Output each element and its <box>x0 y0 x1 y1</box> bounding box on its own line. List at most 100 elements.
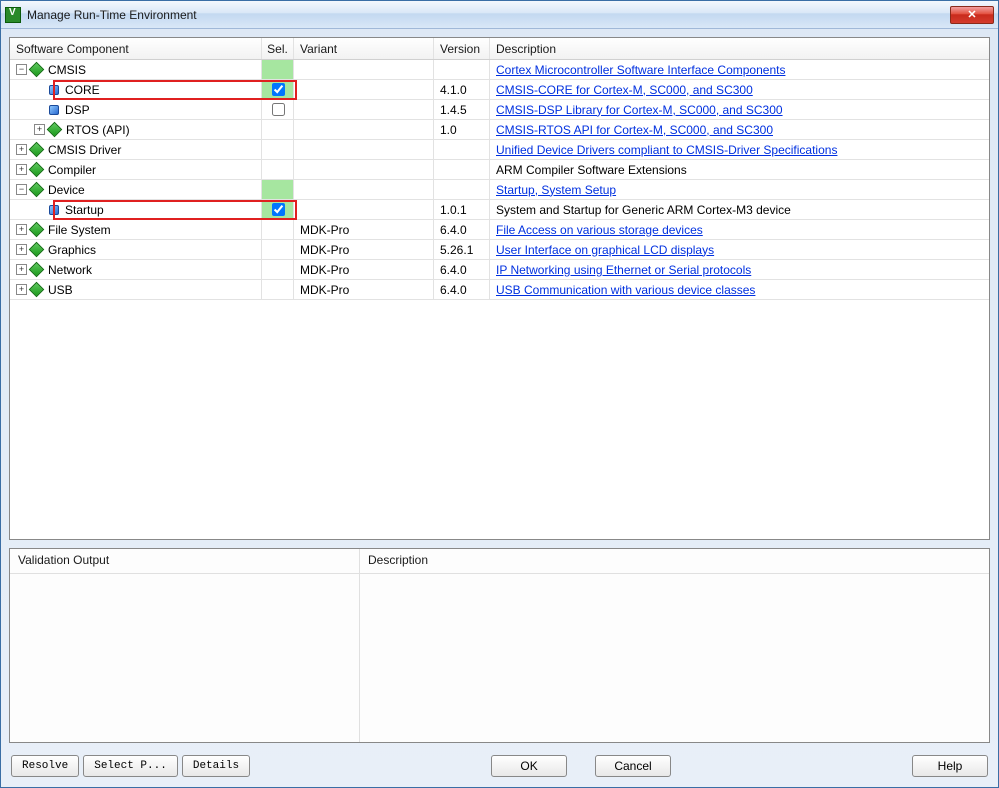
table-row[interactable]: DSP1.4.5CMSIS-DSP Library for Cortex-M, … <box>10 100 989 120</box>
description-cell[interactable]: CMSIS-DSP Library for Cortex-M, SC000, a… <box>490 100 989 119</box>
sel-cell[interactable] <box>262 100 294 119</box>
button-bar: Resolve Select P... Details OK Cancel He… <box>1 751 998 787</box>
expand-icon[interactable]: + <box>16 144 27 155</box>
ok-button[interactable]: OK <box>491 755 567 777</box>
diamond-icon <box>29 282 45 298</box>
sel-cell[interactable] <box>262 80 294 99</box>
component-label: RTOS (API) <box>66 123 130 137</box>
description-link[interactable]: Startup, System Setup <box>496 183 616 197</box>
expand-icon[interactable]: + <box>16 264 27 275</box>
version-cell: 1.0.1 <box>434 200 490 219</box>
component-label: Network <box>48 263 92 277</box>
validation-description-body[interactable] <box>360 573 989 742</box>
sel-cell <box>262 240 294 259</box>
col-header-component[interactable]: Software Component <box>10 38 262 59</box>
diamond-icon <box>29 182 45 198</box>
expand-icon[interactable]: + <box>16 284 27 295</box>
collapse-icon[interactable]: − <box>16 64 27 75</box>
version-cell: 1.0 <box>434 120 490 139</box>
columns-header: Software Component Sel. Variant Version … <box>10 38 989 60</box>
table-row[interactable]: +NetworkMDK-Pro6.4.0IP Networking using … <box>10 260 989 280</box>
table-row[interactable]: +GraphicsMDK-Pro5.26.1User Interface on … <box>10 240 989 260</box>
description-cell[interactable]: User Interface on graphical LCD displays <box>490 240 989 259</box>
table-row[interactable]: − CMSIS Cortex Microcontroller Software In… <box>10 60 989 80</box>
description-link[interactable]: CMSIS-DSP Library for Cortex-M, SC000, a… <box>496 103 783 117</box>
description-link[interactable]: CMSIS-CORE for Cortex-M, SC000, and SC30… <box>496 83 753 97</box>
version-cell: 6.4.0 <box>434 260 490 279</box>
description-link[interactable]: IP Networking using Ethernet or Serial p… <box>496 263 751 277</box>
description-cell[interactable]: Unified Device Drivers compliant to CMSI… <box>490 140 989 159</box>
validation-description-label: Description <box>360 549 989 573</box>
table-row[interactable]: + RTOS (API) 1.0 CMSIS-RTOS API for Cortex-… <box>10 120 989 140</box>
version-cell <box>434 180 490 199</box>
sel-cell <box>262 60 294 79</box>
table-row[interactable]: +File SystemMDK-Pro6.4.0File Access on v… <box>10 220 989 240</box>
toggle-spacer <box>34 104 45 115</box>
version-cell: 6.4.0 <box>434 220 490 239</box>
component-label: File System <box>48 223 111 237</box>
table-row[interactable]: + CMSIS Driver Unified Device Drivers comp… <box>10 140 989 160</box>
details-button[interactable]: Details <box>182 755 250 777</box>
validation-description-pane: Description <box>360 549 989 742</box>
sel-cell[interactable] <box>262 200 294 219</box>
description-link[interactable]: CMSIS-RTOS API for Cortex-M, SC000, and … <box>496 123 773 137</box>
description-cell: ARM Compiler Software Extensions <box>490 160 989 179</box>
table-row[interactable]: +USBMDK-Pro6.4.0USB Communication with v… <box>10 280 989 300</box>
collapse-icon[interactable]: − <box>16 184 27 195</box>
version-cell <box>434 140 490 159</box>
diamond-icon <box>29 62 45 78</box>
col-header-sel[interactable]: Sel. <box>262 38 294 59</box>
window-title: Manage Run-Time Environment <box>27 8 197 22</box>
description-link[interactable]: USB Communication with various device cl… <box>496 283 755 297</box>
expand-icon[interactable]: + <box>16 244 27 255</box>
description-cell[interactable]: Cortex Microcontroller Software Interfac… <box>490 60 989 79</box>
variant-cell <box>294 80 434 99</box>
table-row[interactable]: −DeviceStartup, System Setup <box>10 180 989 200</box>
version-cell <box>434 160 490 179</box>
validation-output-body[interactable] <box>10 573 359 742</box>
component-label: USB <box>48 283 73 297</box>
select-packs-button[interactable]: Select P... <box>83 755 178 777</box>
select-checkbox[interactable] <box>272 83 285 96</box>
component-label: CMSIS Driver <box>48 143 121 157</box>
resolve-button[interactable]: Resolve <box>11 755 79 777</box>
cancel-button[interactable]: Cancel <box>595 755 671 777</box>
version-cell: 6.4.0 <box>434 280 490 299</box>
component-icon <box>49 205 59 215</box>
diamond-icon <box>29 162 45 178</box>
sel-cell <box>262 220 294 239</box>
expand-icon[interactable]: + <box>16 224 27 235</box>
col-header-variant[interactable]: Variant <box>294 38 434 59</box>
table-row[interactable]: Startup1.0.1System and Startup for Gener… <box>10 200 989 220</box>
toggle-spacer <box>34 204 45 215</box>
description-cell: System and Startup for Generic ARM Corte… <box>490 200 989 219</box>
description-cell[interactable]: IP Networking using Ethernet or Serial p… <box>490 260 989 279</box>
titlebar: Manage Run-Time Environment ✕ <box>1 1 998 29</box>
col-header-description[interactable]: Description <box>490 38 989 59</box>
select-checkbox[interactable] <box>272 203 285 216</box>
close-button[interactable]: ✕ <box>950 6 994 24</box>
description-link[interactable]: Unified Device Drivers compliant to CMSI… <box>496 143 837 157</box>
app-icon <box>5 7 21 23</box>
table-row[interactable]: +CompilerARM Compiler Software Extension… <box>10 160 989 180</box>
description-link[interactable]: Cortex Microcontroller Software Interfac… <box>496 63 785 77</box>
description-cell[interactable]: File Access on various storage devices <box>490 220 989 239</box>
description-text: ARM Compiler Software Extensions <box>496 163 687 177</box>
table-row[interactable]: CORE4.1.0CMSIS-CORE for Cortex-M, SC000,… <box>10 80 989 100</box>
description-link[interactable]: User Interface on graphical LCD displays <box>496 243 714 257</box>
component-tree-panel: Software Component Sel. Variant Version … <box>9 37 990 540</box>
description-text: System and Startup for Generic ARM Corte… <box>496 203 791 217</box>
description-cell[interactable]: CMSIS-RTOS API for Cortex-M, SC000, and … <box>490 120 989 139</box>
description-link[interactable]: File Access on various storage devices <box>496 223 703 237</box>
col-header-version[interactable]: Version <box>434 38 490 59</box>
component-label: CMSIS <box>48 63 86 77</box>
help-button[interactable]: Help <box>912 755 988 777</box>
rows-container: − CMSIS Cortex Microcontroller Software In… <box>10 60 989 300</box>
description-cell[interactable]: Startup, System Setup <box>490 180 989 199</box>
description-cell[interactable]: CMSIS-CORE for Cortex-M, SC000, and SC30… <box>490 80 989 99</box>
expand-icon[interactable]: + <box>34 124 45 135</box>
description-cell[interactable]: USB Communication with various device cl… <box>490 280 989 299</box>
expand-icon[interactable]: + <box>16 164 27 175</box>
select-checkbox[interactable] <box>272 103 285 116</box>
variant-cell: MDK-Pro <box>294 240 434 259</box>
